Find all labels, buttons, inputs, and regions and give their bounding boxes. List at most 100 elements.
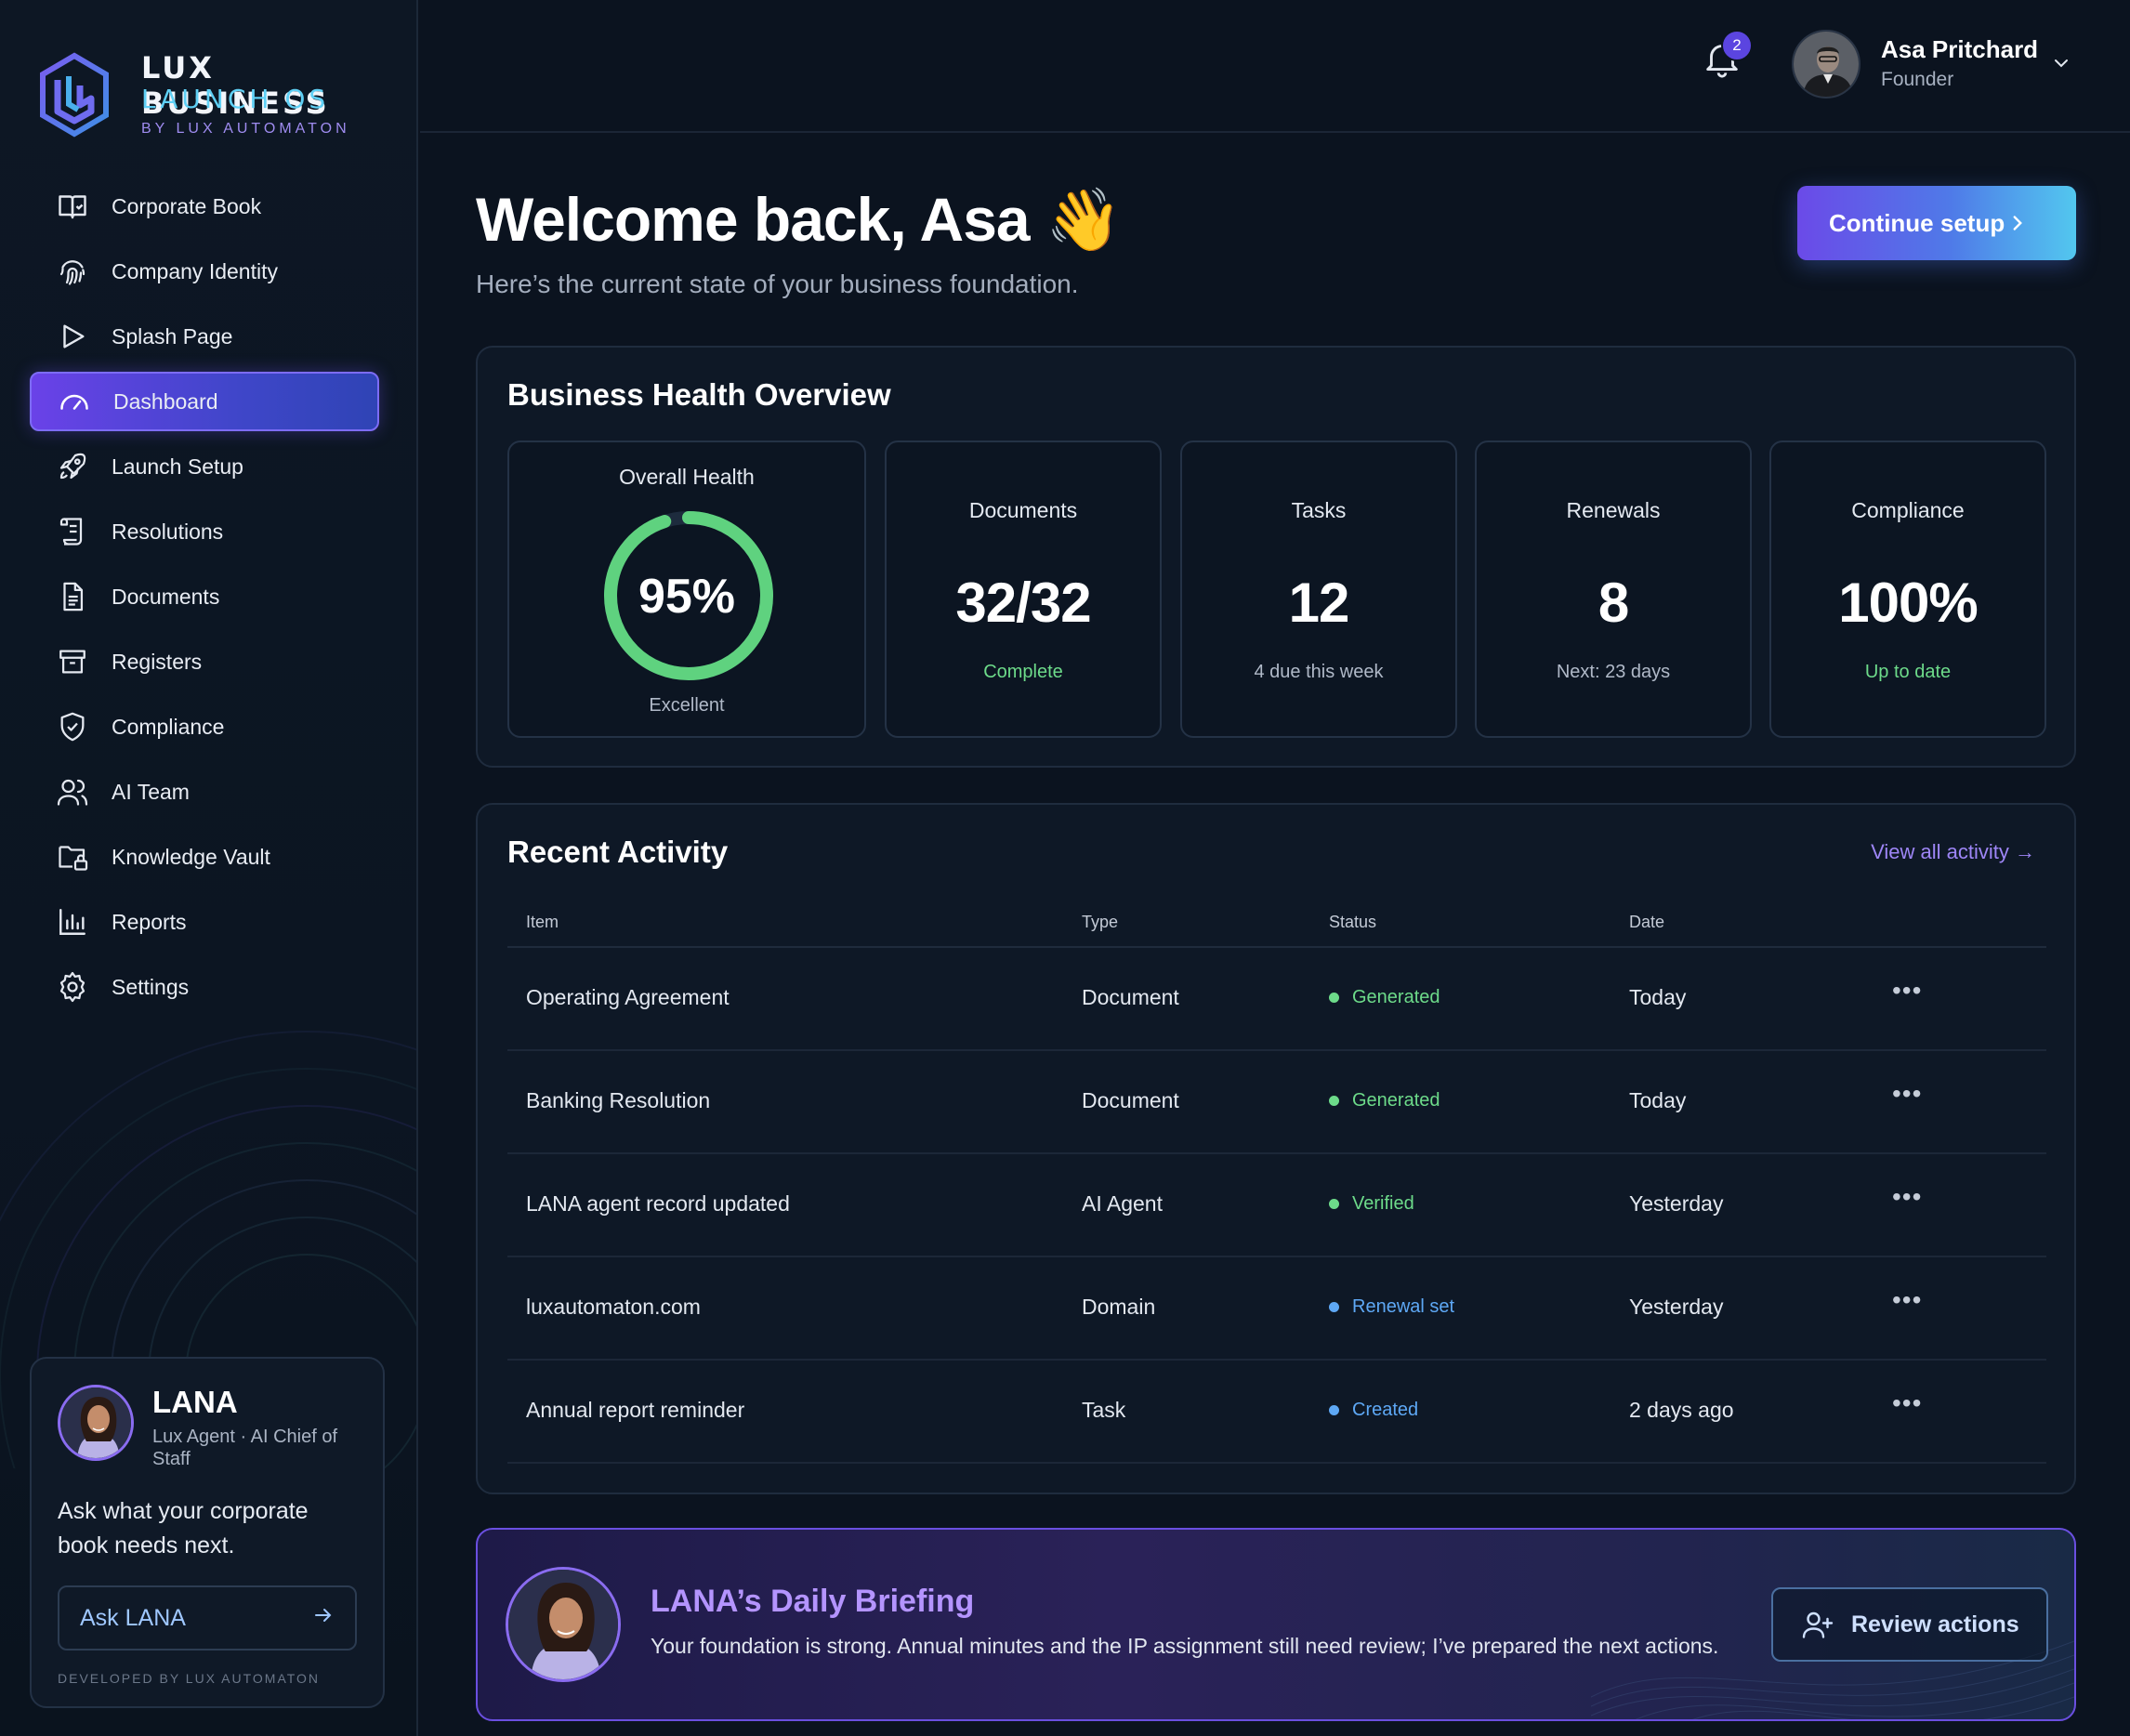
- status-dot: [1329, 1405, 1339, 1415]
- sidebar-item-label: Registers: [112, 649, 203, 674]
- more-options-icon[interactable]: •••: [1892, 1287, 1929, 1319]
- row-type: Domain: [1082, 1295, 1156, 1319]
- top-bar: 2 Asa Pritchard Founder: [420, 0, 2130, 133]
- review-actions-button[interactable]: Review actions: [1771, 1587, 2048, 1662]
- ask-lana-label: Ask LANA: [80, 1604, 186, 1631]
- row-item: LANA agent record updated: [526, 1191, 790, 1216]
- row-date: Yesterday: [1629, 1191, 1724, 1216]
- more-options-icon[interactable]: •••: [1892, 978, 1929, 1009]
- table-row[interactable]: Operating Agreement Document Generated T…: [507, 948, 2046, 1051]
- sidebar-item-label: Splash Page: [112, 323, 233, 349]
- stat-sub: Up to date: [1864, 662, 1952, 682]
- play-icon: [54, 318, 91, 355]
- ask-lana-button[interactable]: Ask LANA: [58, 1585, 357, 1651]
- row-date: 2 days ago: [1629, 1398, 1734, 1422]
- sidebar-item-label: Compliance: [112, 714, 225, 739]
- fingerprint-icon: [54, 253, 91, 290]
- sidebar-item-corporate-book[interactable]: Corporate Book: [30, 177, 379, 236]
- sidebar-item-label: Knowledge Vault: [112, 844, 270, 869]
- stat-label: Compliance: [1851, 498, 1965, 522]
- status-badge: Generated: [1329, 987, 1440, 1008]
- scroll-icon: [54, 513, 91, 550]
- status-badge: Verified: [1329, 1193, 1414, 1215]
- sidebar-item-documents[interactable]: Documents: [30, 567, 379, 626]
- sidebar-item-reports[interactable]: Reports: [30, 892, 379, 952]
- row-type: Document: [1082, 985, 1179, 1009]
- row-type: Document: [1082, 1088, 1179, 1112]
- sidebar: LUX BUSINESS LAUNCH OS BY LUX AUTOMATON …: [0, 0, 418, 1736]
- row-type: AI Agent: [1082, 1191, 1163, 1216]
- lana-name: LANA: [152, 1385, 238, 1419]
- sidebar-item-compliance[interactable]: Compliance: [30, 697, 379, 756]
- document-icon: [54, 578, 91, 615]
- shield-check-icon: [54, 708, 91, 745]
- sidebar-item-settings[interactable]: Settings: [30, 957, 379, 1017]
- sidebar-item-resolutions[interactable]: Resolutions: [30, 502, 379, 561]
- more-options-icon[interactable]: •••: [1892, 1390, 1929, 1422]
- sidebar-item-company-identity[interactable]: Company Identity: [30, 242, 379, 301]
- row-date: Yesterday: [1629, 1295, 1724, 1319]
- sidebar-item-registers[interactable]: Registers: [30, 632, 379, 691]
- archive-icon: [54, 643, 91, 680]
- sidebar-item-splash-page[interactable]: Splash Page: [30, 307, 379, 366]
- users-icon: [54, 773, 91, 810]
- sidebar-item-launch-setup[interactable]: Launch Setup: [30, 437, 379, 496]
- lana-assistant-card: LANA Lux Agent · AI Chief of Staff Ask w…: [30, 1357, 385, 1708]
- continue-setup-button[interactable]: Continue setup: [1797, 186, 2076, 260]
- column-header-item[interactable]: Item: [526, 913, 559, 932]
- more-options-icon[interactable]: •••: [1892, 1081, 1929, 1112]
- view-all-activity-link[interactable]: View all activity →: [1871, 840, 2035, 864]
- user-plus-icon: [1801, 1608, 1834, 1641]
- developed-by: DEVELOPED BY LUX AUTOMATON: [58, 1671, 321, 1686]
- column-header-status[interactable]: Status: [1329, 913, 1376, 932]
- chevron-down-icon[interactable]: [2048, 52, 2074, 74]
- brand[interactable]: LUX BUSINESS LAUNCH OS BY LUX AUTOMATON: [37, 50, 409, 143]
- tasks-stat-card[interactable]: Tasks 12 4 due this week: [1180, 441, 1457, 738]
- lana-avatar: [58, 1385, 134, 1461]
- compliance-stat-card[interactable]: Compliance 100% Up to date: [1769, 441, 2046, 738]
- page-subtitle: Here’s the current state of your busines…: [476, 270, 1079, 298]
- chevron-right-icon: [2005, 211, 2030, 242]
- more-options-icon[interactable]: •••: [1892, 1184, 1929, 1216]
- status-text: Verified: [1352, 1193, 1414, 1214]
- book-icon: [54, 188, 91, 225]
- stat-value: 32/32: [955, 572, 1091, 634]
- stat-label: Renewals: [1566, 498, 1661, 522]
- row-type: Task: [1082, 1398, 1126, 1422]
- stat-sub: Complete: [983, 662, 1063, 682]
- overall-health-card[interactable]: Overall Health 95% Excellent: [507, 441, 866, 738]
- column-header-date[interactable]: Date: [1629, 913, 1664, 932]
- gear-icon: [54, 968, 91, 1006]
- gauge-icon: [56, 383, 93, 420]
- overall-health-label: Overall Health: [619, 465, 755, 489]
- sidebar-item-label: AI Team: [112, 779, 190, 804]
- briefing-text: Your foundation is strong. Annual minute…: [651, 1634, 1719, 1658]
- avatar[interactable]: [1792, 30, 1860, 99]
- sidebar-nav: Corporate Book Company Identity Splash P…: [30, 177, 379, 1022]
- daily-briefing-banner: LANA’s Daily Briefing Your foundation is…: [476, 1528, 2076, 1721]
- overall-health-value: 95%: [638, 570, 736, 624]
- status-text: Generated: [1352, 1090, 1440, 1111]
- user-name: Asa Pritchard: [1881, 35, 2039, 63]
- table-row[interactable]: LANA agent record updated AI Agent Verif…: [507, 1154, 2046, 1257]
- column-header-type[interactable]: Type: [1082, 913, 1118, 932]
- sidebar-item-label: Reports: [112, 909, 187, 934]
- sidebar-item-ai-team[interactable]: AI Team: [30, 762, 379, 822]
- lux-logo-icon: [40, 52, 109, 138]
- status-badge: Created: [1329, 1400, 1418, 1421]
- renewals-stat-card[interactable]: Renewals 8 Next: 23 days: [1475, 441, 1752, 738]
- sidebar-item-label: Corporate Book: [112, 193, 262, 218]
- status-dot: [1329, 1199, 1339, 1209]
- table-row[interactable]: Banking Resolution Document Generated To…: [507, 1051, 2046, 1154]
- documents-stat-card[interactable]: Documents 32/32 Complete: [885, 441, 1162, 738]
- table-row[interactable]: Annual report reminder Task Created 2 da…: [507, 1361, 2046, 1464]
- sidebar-item-knowledge-vault[interactable]: Knowledge Vault: [30, 827, 379, 887]
- stat-sub: Next: 23 days: [1556, 662, 1671, 682]
- lana-role: Lux Agent · AI Chief of Staff: [152, 1427, 338, 1469]
- sidebar-item-label: Launch Setup: [112, 454, 243, 479]
- table-row[interactable]: luxautomaton.com Domain Renewal set Yest…: [507, 1257, 2046, 1361]
- row-date: Today: [1629, 1088, 1687, 1112]
- sidebar-item-dashboard[interactable]: Dashboard: [30, 372, 379, 431]
- status-badge: Generated: [1329, 1090, 1440, 1111]
- lana-briefing-avatar: [506, 1567, 621, 1682]
